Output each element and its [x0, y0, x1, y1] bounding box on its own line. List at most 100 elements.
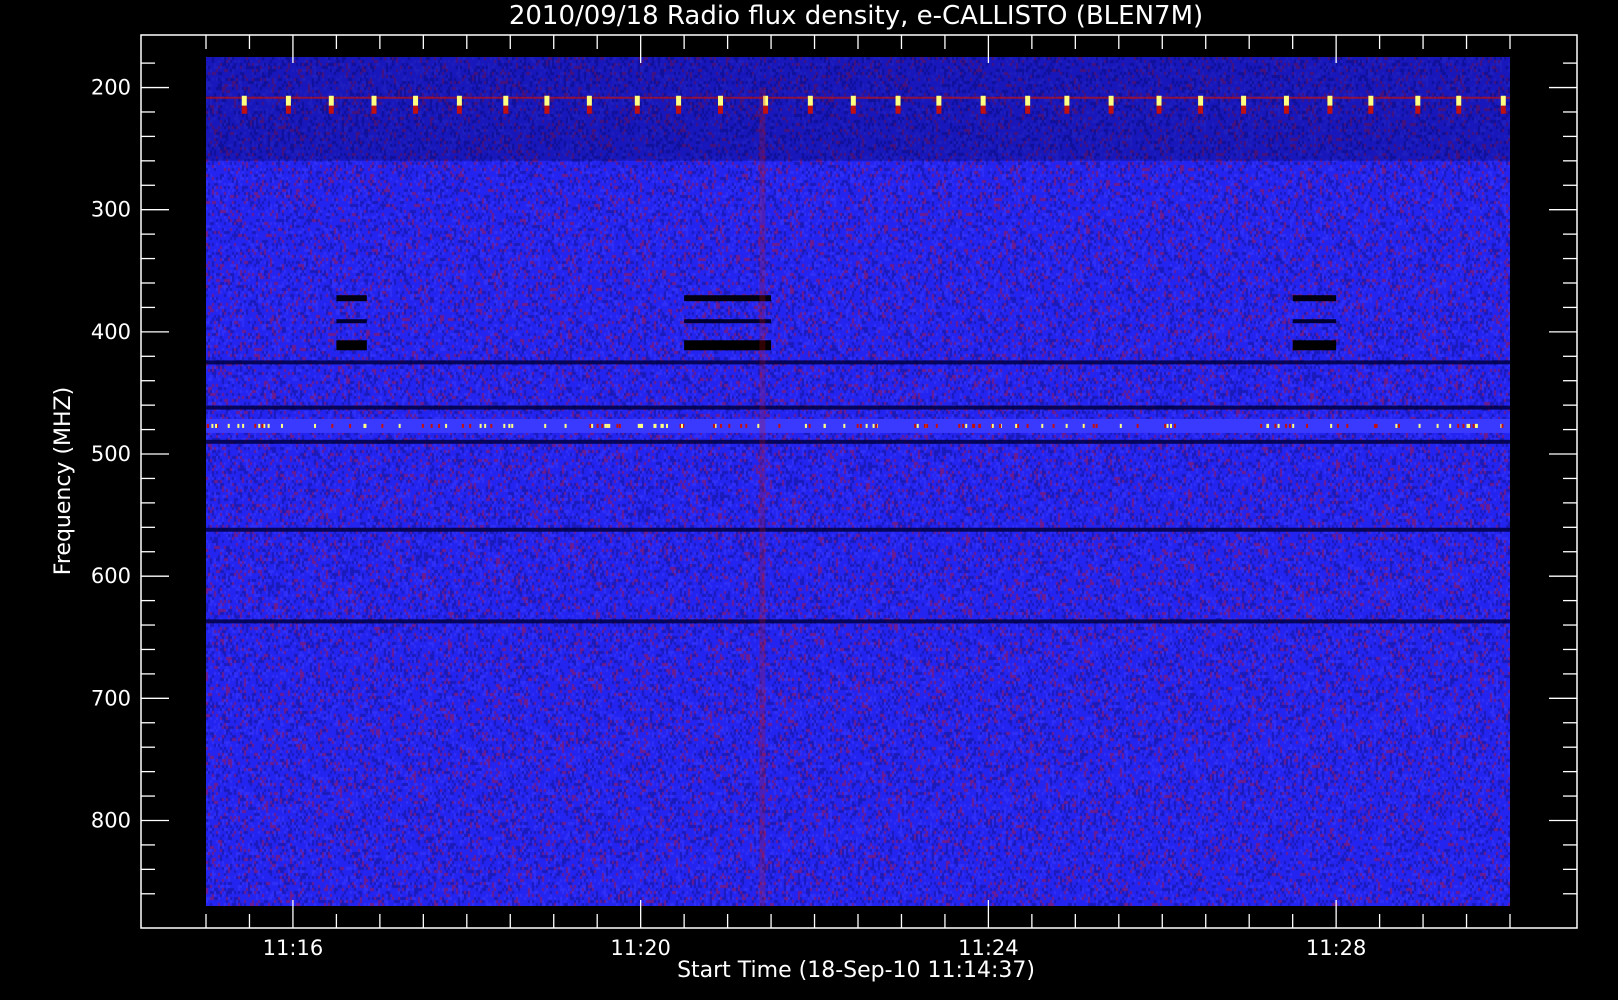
bright-band-speck — [1395, 423, 1398, 428]
interference-burst — [717, 95, 723, 106]
black-block-top — [336, 295, 367, 302]
interference-burst — [413, 95, 419, 106]
bright-band-speck — [608, 423, 611, 428]
interference-burst-tail — [1415, 105, 1421, 114]
black-block-top — [684, 295, 772, 302]
dark-band-425 — [206, 360, 1510, 365]
bright-band-speck — [958, 423, 961, 428]
bright-band-speck — [430, 423, 433, 428]
bright-band-speck — [808, 423, 811, 428]
interference-burst-tail — [717, 105, 723, 114]
bright-band-speck — [604, 423, 607, 428]
bright-band-speck — [1166, 423, 1169, 428]
bright-band-speck — [381, 423, 384, 428]
bright-band-speck — [606, 423, 609, 428]
bright-band-speck — [1501, 423, 1504, 428]
interference-burst-tail — [1368, 105, 1374, 114]
bright-band-speck — [314, 423, 317, 428]
bright-band-speck — [720, 423, 723, 428]
bright-band-speck — [1082, 423, 1085, 428]
bright-band-speck — [640, 423, 643, 428]
black-block-mid — [336, 319, 367, 324]
x-tick-label-11:16: 11:16 — [263, 936, 324, 960]
black-block-bottom — [336, 340, 367, 351]
bright-band-speck — [1119, 423, 1122, 428]
bright-band-speck — [331, 423, 334, 428]
bright-band-speck — [856, 423, 859, 428]
bright-band-speck — [1375, 423, 1378, 428]
interference-burst — [936, 95, 942, 106]
interference-burst — [980, 95, 986, 106]
bright-band-speck — [349, 423, 352, 428]
bright-band-speck — [461, 423, 464, 428]
bright-band-speck — [237, 423, 240, 428]
bright-band-speck — [1472, 423, 1475, 428]
interference-burst — [285, 95, 291, 106]
interference-burst-tail — [1025, 105, 1031, 114]
bright-band-speck — [972, 423, 975, 428]
x-tick-label-11:24: 11:24 — [958, 936, 1019, 960]
interference-burst-tail — [1241, 105, 1247, 114]
bright-band-speck — [978, 423, 981, 428]
bright-band-speck — [508, 423, 511, 428]
interference-burst — [1327, 95, 1333, 106]
bright-band-speck — [875, 423, 878, 428]
x-axis-label: Start Time (18-Sep-10 11:14:37) — [677, 958, 1035, 983]
y-tick-label-400: 400 — [91, 320, 131, 344]
bright-band-speck — [1292, 423, 1295, 428]
bright-band-speck — [804, 423, 807, 428]
interference-burst-tail — [1156, 105, 1162, 114]
interference-burst-tail — [285, 105, 291, 114]
interference-burst-tail — [503, 105, 509, 114]
interference-burst-tail — [980, 105, 986, 114]
interference-burst-tail — [456, 105, 462, 114]
bright-band-speck — [591, 423, 594, 428]
interference-burst-tail — [371, 105, 377, 114]
bright-band-speck — [823, 423, 826, 428]
bright-band-speck — [680, 423, 683, 428]
bright-band-speck — [914, 423, 917, 428]
bright-band-speck — [1267, 423, 1270, 428]
interference-burst — [1241, 95, 1247, 106]
bright-band-speck — [1289, 423, 1292, 428]
bright-band-speck — [1449, 423, 1452, 428]
bright-band-speck — [1095, 423, 1098, 428]
bright-band-speck — [654, 423, 657, 428]
bright-band-speck — [254, 423, 257, 428]
bright-band-speck — [503, 423, 506, 428]
bright-band-speck — [1026, 423, 1029, 428]
bright-band-speck — [544, 423, 547, 428]
bright-band-speck — [511, 423, 514, 428]
dark-band-562 — [206, 527, 1510, 532]
interference-burst — [456, 95, 462, 106]
interference-burst — [241, 95, 247, 106]
interference-burst — [1283, 95, 1289, 106]
bright-band-speck — [1346, 423, 1349, 428]
dark-band-462 — [206, 405, 1510, 410]
y-tick-label-500: 500 — [91, 442, 131, 466]
interference-burst-tail — [1327, 105, 1333, 114]
bright-band-speck — [445, 423, 448, 428]
bright-band-speck — [438, 423, 441, 428]
bright-band-speck — [740, 423, 743, 428]
y-tick-label-700: 700 — [91, 686, 131, 710]
black-block-mid — [684, 319, 772, 324]
bright-band-speck — [398, 423, 401, 428]
interference-burst — [586, 95, 592, 106]
spectrogram-image — [206, 57, 1510, 906]
bright-band-speck — [263, 423, 266, 428]
bright-band-speck — [1173, 423, 1176, 428]
interference-burst-tail — [544, 105, 550, 114]
interference-burst — [895, 95, 901, 106]
interference-burst — [1108, 95, 1114, 106]
bright-band-speck — [490, 423, 493, 428]
bright-band-speck — [215, 423, 218, 428]
chart-title: 2010/09/18 Radio flux density, e-CALLIST… — [509, 1, 1203, 31]
bright-band-speck — [267, 423, 270, 428]
interference-burst — [850, 95, 856, 106]
bright-band-speck — [1285, 423, 1288, 428]
bright-band-speck — [1260, 423, 1263, 428]
interference-burst — [503, 95, 509, 106]
bright-band-speck — [843, 423, 846, 428]
bright-band-speck — [1468, 423, 1471, 428]
